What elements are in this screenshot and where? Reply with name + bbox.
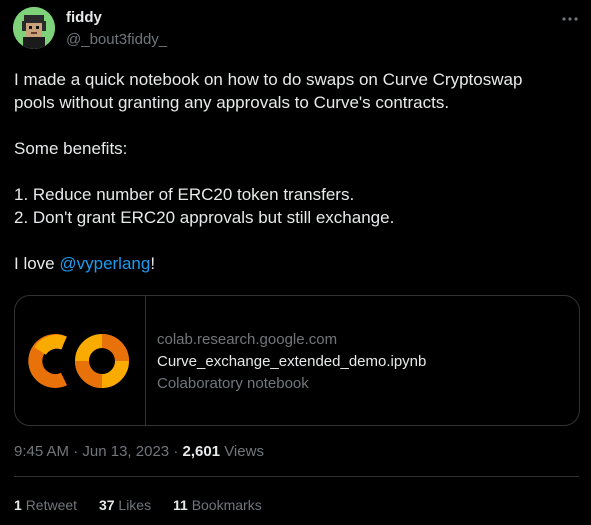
- tweet-line: 1. Reduce number of ERC20 token transfer…: [14, 185, 355, 204]
- card-title: Curve_exchange_extended_demo.ipynb: [157, 353, 427, 370]
- retweets-stat[interactable]: 1 Retweet: [14, 497, 77, 514]
- tweet-line: 2. Don't grant ERC20 approvals but still…: [14, 208, 395, 227]
- avatar[interactable]: [13, 7, 55, 49]
- retweets-count: 1: [14, 497, 22, 513]
- bookmarks-count: 11: [172, 497, 188, 513]
- separator: ·: [73, 443, 79, 460]
- tweet-line: pools without granting any approvals to …: [14, 93, 450, 112]
- likes-count: 37: [98, 497, 115, 513]
- retweets-label: Retweet: [25, 497, 78, 513]
- link-card[interactable]: colab.research.google.com Curve_exchange…: [14, 295, 580, 426]
- mention-link[interactable]: @vyperlang: [59, 254, 150, 273]
- card-description: Colaboratory notebook: [157, 375, 309, 392]
- tweet-line: I love @vyperlang!: [14, 252, 579, 275]
- tweet: fiddy @_bout3fiddy_ I made a quick noteb…: [0, 0, 591, 525]
- tweet-meta: 9:45 AM · Jun 13, 2023 · 2,601 Views: [14, 443, 264, 461]
- tweet-date[interactable]: Jun 13, 2023: [82, 443, 169, 460]
- likes-stat[interactable]: 37 Likes: [99, 497, 151, 514]
- engagement-stats: 1 Retweet 37 Likes 11 Bookmarks: [14, 497, 280, 514]
- views-label: Views: [224, 443, 264, 460]
- card-domain: colab.research.google.com: [157, 331, 338, 348]
- separator: ·: [173, 443, 179, 460]
- tweet-line: I made a quick notebook on how to do swa…: [14, 70, 523, 89]
- tweet-text-prefix: I love: [14, 254, 60, 273]
- bookmarks-stat[interactable]: 11 Bookmarks: [173, 497, 262, 514]
- tweet-line: Some benefits:: [14, 139, 128, 158]
- tweet-text: I made a quick notebook on how to do swa…: [14, 68, 579, 275]
- views-count: 2,601: [182, 443, 221, 460]
- colab-logo-icon: [28, 333, 129, 388]
- tweet-text-suffix: !: [150, 254, 156, 273]
- more-options-icon[interactable]: [560, 9, 580, 29]
- tweet-time[interactable]: 9:45 AM: [14, 443, 69, 460]
- card-thumbnail: [15, 296, 146, 425]
- author-display-name[interactable]: fiddy: [66, 9, 102, 27]
- likes-label: Likes: [118, 497, 152, 513]
- bookmarks-label: Bookmarks: [191, 497, 262, 513]
- divider: [14, 476, 579, 477]
- author-handle[interactable]: @_bout3fiddy_: [66, 31, 167, 49]
- avatar-image: [13, 7, 55, 49]
